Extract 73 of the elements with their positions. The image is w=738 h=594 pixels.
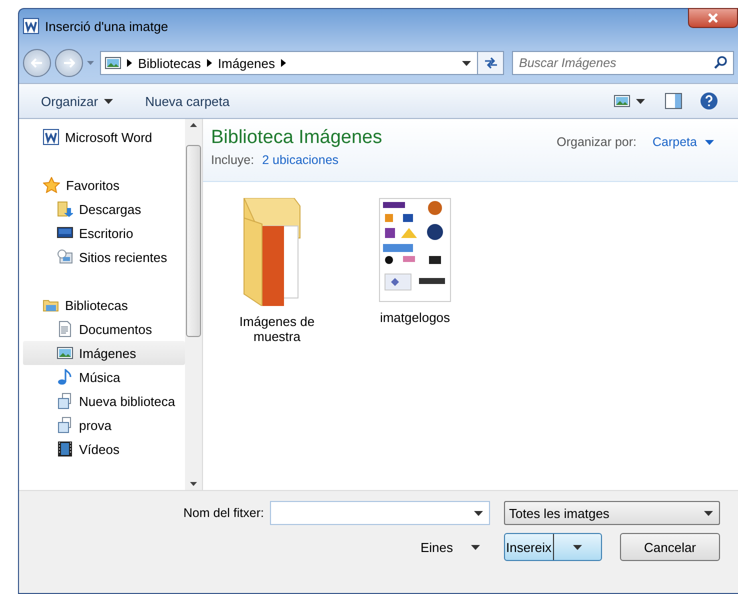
sidebar-item[interactable]: prova <box>23 413 185 437</box>
filename-field[interactable] <box>270 501 490 525</box>
arrange-dropdown[interactable]: Carpeta <box>652 135 714 149</box>
sidebar-item[interactable]: Favoritos <box>23 173 185 197</box>
breadcrumb[interactable]: Bibliotecas <box>138 56 201 70</box>
picture-icon <box>57 345 73 361</box>
caret-icon <box>471 544 480 550</box>
history-caret-icon <box>87 61 94 65</box>
chevron-icon <box>127 59 132 67</box>
document-icon <box>57 321 73 337</box>
video-icon <box>57 441 73 457</box>
sidebar-item[interactable]: Microsoft Word <box>23 125 185 149</box>
toolbar-button[interactable]: Nueva carpeta <box>143 92 232 110</box>
breadcrumb[interactable]: Imágenes <box>218 56 275 70</box>
filename-label: Nom del fitxer: <box>183 506 264 520</box>
chevron-icon <box>280 59 286 67</box>
cancel-button[interactable]: Cancelar <box>620 533 720 561</box>
picture-icon <box>105 55 121 71</box>
library-icon <box>43 297 59 313</box>
forward-button[interactable] <box>55 49 83 77</box>
generic-icon <box>57 393 73 409</box>
sidebar-item[interactable]: Escritorio <box>23 221 185 245</box>
library-title: Biblioteca Imágenes <box>211 127 382 149</box>
back-arrow-icon <box>31 58 43 68</box>
scroll-thumb[interactable] <box>186 145 201 337</box>
caret-icon <box>636 98 645 104</box>
help-icon[interactable] <box>700 92 718 110</box>
close-button[interactable] <box>688 8 738 28</box>
locations-link[interactable]: 2 ubicaciones <box>262 153 339 167</box>
desktop-icon <box>57 225 73 241</box>
toolbar-button[interactable]: Organizar <box>39 92 116 110</box>
refresh-icon <box>484 57 498 69</box>
refresh-button[interactable] <box>477 52 503 74</box>
sidebar-item[interactable]: Nueva biblioteca <box>23 389 185 413</box>
insert-button[interactable]: Insereix <box>504 533 602 561</box>
recent-icon <box>57 249 73 265</box>
downloads-icon <box>57 201 73 217</box>
sidebar-item[interactable]: Imágenes <box>23 341 185 365</box>
search-field[interactable]: Buscar Imágenes <box>512 51 734 75</box>
word-icon <box>23 18 39 34</box>
sidebar-item[interactable]: Sitios recientes <box>23 245 185 269</box>
music-icon <box>57 369 73 385</box>
forward-arrow-icon <box>63 58 75 68</box>
file-type-dropdown[interactable]: Totes les imatges <box>504 501 720 525</box>
file-item[interactable]: imatgelogos <box>361 198 469 325</box>
chevron-icon <box>206 59 212 67</box>
sidebar-item[interactable]: Bibliotecas <box>23 293 185 317</box>
caret-icon <box>704 510 713 516</box>
scrollbar[interactable] <box>185 119 203 490</box>
sidebar-item[interactable]: Documentos <box>23 317 185 341</box>
sidebar-item[interactable]: Vídeos <box>23 437 185 461</box>
address-bar[interactable]: Bibliotecas Imágenes <box>100 51 504 75</box>
sidebar-item[interactable]: Música <box>23 365 185 389</box>
tools-button[interactable]: Eines <box>416 540 484 554</box>
scroll-down-icon <box>190 482 197 486</box>
scroll-up-icon <box>190 123 197 127</box>
arrange-label: Organizar por: <box>556 135 637 149</box>
window-title: Inserció d'una imatge <box>45 18 168 34</box>
search-icon <box>714 56 727 69</box>
includes-label: Incluye: <box>211 153 254 167</box>
preview-pane-icon[interactable] <box>665 93 682 109</box>
caret-icon <box>705 140 714 144</box>
file-item[interactable]: Imágenes de muestra <box>223 198 331 344</box>
picture-icon <box>614 93 630 109</box>
star-icon <box>43 177 60 193</box>
word-icon <box>43 129 59 145</box>
dropdown-caret-icon <box>474 510 483 516</box>
back-button[interactable] <box>23 49 51 77</box>
generic-icon <box>57 417 73 433</box>
address-dropdown-icon <box>462 60 471 66</box>
sidebar-item[interactable]: Descargas <box>23 197 185 221</box>
caret-icon <box>572 544 582 550</box>
close-icon <box>708 13 718 23</box>
